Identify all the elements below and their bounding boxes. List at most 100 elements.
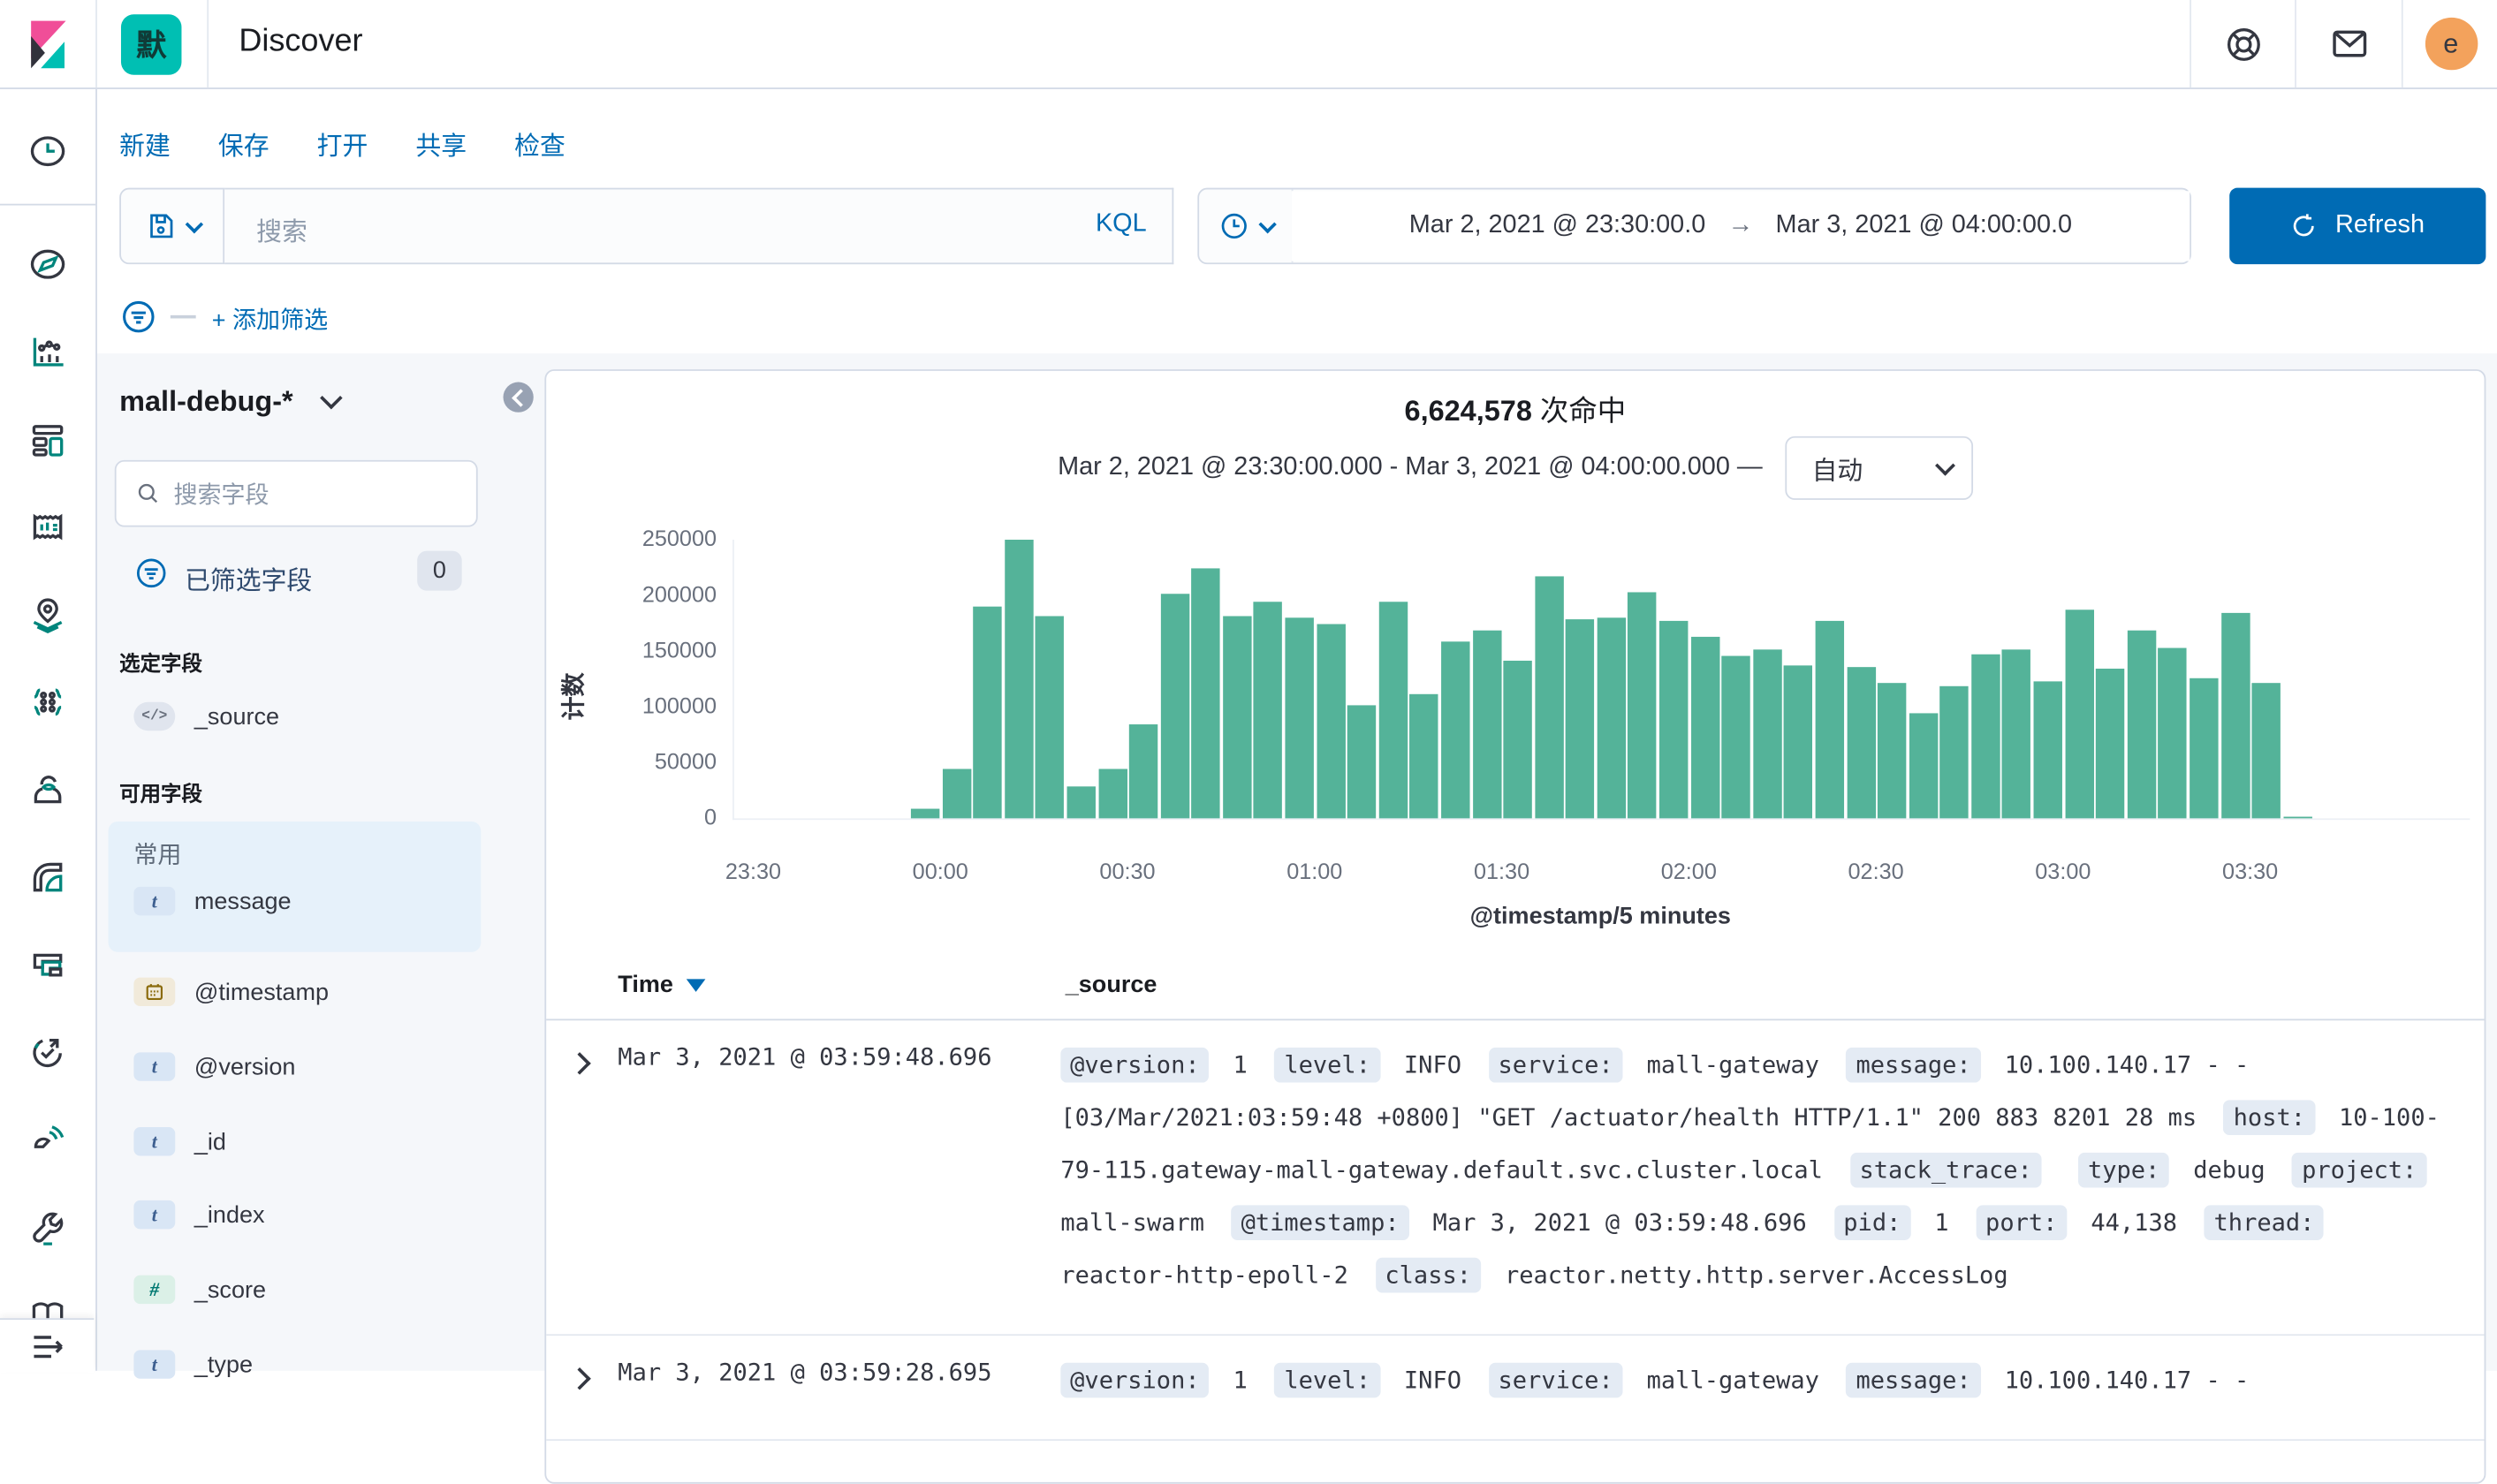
interval-select[interactable]: 自动 — [1784, 435, 1973, 500]
field-item-version[interactable]: t @version — [133, 1052, 295, 1081]
menu-open[interactable]: 打开 — [317, 125, 368, 163]
histogram-bar[interactable] — [1378, 601, 1408, 819]
histogram-bar[interactable] — [1970, 654, 2000, 819]
histogram-bar[interactable] — [1597, 617, 1626, 819]
histogram-bar[interactable] — [1909, 713, 1938, 819]
histogram-bar[interactable] — [910, 809, 940, 819]
field-search-box[interactable]: 搜索字段 — [114, 459, 478, 527]
sort-desc-icon[interactable] — [686, 979, 705, 992]
quick-select-button[interactable] — [1199, 189, 1294, 263]
menu-save[interactable]: 保存 — [218, 125, 269, 163]
menu-inspect[interactable]: 检查 — [514, 125, 565, 163]
histogram-bar[interactable] — [2033, 681, 2063, 819]
user-menu[interactable]: e — [2401, 0, 2497, 88]
histogram-bar[interactable] — [2220, 611, 2250, 819]
search-input[interactable]: 搜索 — [256, 210, 307, 248]
dashboard-icon[interactable] — [27, 419, 69, 460]
histogram-bar[interactable] — [1097, 768, 1127, 819]
histogram-bar[interactable] — [2282, 815, 2312, 819]
saved-query-button[interactable] — [119, 187, 225, 265]
maps-icon[interactable] — [27, 594, 69, 635]
histogram-bar[interactable] — [1939, 685, 1970, 819]
time-range-end[interactable]: Mar 3, 2021 @ 04:00:00.0 — [1776, 212, 2072, 240]
histogram-bar[interactable] — [2064, 610, 2094, 819]
histogram-bar[interactable] — [1316, 623, 1346, 819]
histogram-bar[interactable] — [2002, 649, 2031, 819]
refresh-button[interactable]: Refresh — [2229, 187, 2486, 265]
apm-icon[interactable] — [27, 1119, 69, 1161]
field-item-index[interactable]: t _index — [133, 1200, 265, 1230]
index-pattern-switcher[interactable]: mall-debug-* — [119, 385, 343, 419]
histogram-bar[interactable] — [1846, 666, 1876, 819]
newsfeed-button[interactable] — [2295, 0, 2403, 88]
kibana-logo-icon — [31, 19, 66, 68]
kql-button[interactable]: KQL — [1096, 210, 1147, 238]
field-item-timestamp[interactable]: @timestamp — [133, 977, 329, 1007]
field-item-score[interactable]: # _score — [133, 1275, 266, 1305]
metrics-icon[interactable] — [27, 944, 69, 986]
histogram-bar[interactable] — [1440, 642, 1470, 819]
expand-menu-icon[interactable] — [27, 1326, 69, 1367]
space-badge[interactable]: 默 — [120, 13, 182, 74]
collapse-sidebar-button[interactable] — [503, 382, 534, 413]
avatar[interactable]: e — [2424, 17, 2478, 71]
field-search-input[interactable]: 搜索字段 — [173, 477, 269, 511]
histogram-bar[interactable] — [1222, 617, 1252, 819]
histogram-bar[interactable] — [1534, 576, 1564, 819]
menu-share[interactable]: 共享 — [415, 125, 467, 163]
enterprise-search-icon[interactable] — [27, 769, 69, 811]
histogram-bar[interactable] — [1658, 621, 1689, 819]
search-bar[interactable]: 搜索 KQL — [224, 187, 1174, 265]
histogram-bar[interactable] — [2127, 631, 2156, 819]
filtered-fields-toggle[interactable]: 已筛选字段 — [185, 559, 312, 597]
logs-icon[interactable] — [27, 857, 69, 898]
histogram-bar[interactable] — [1191, 568, 1221, 819]
histogram-bar[interactable] — [1472, 630, 1501, 819]
histogram-bar[interactable] — [1036, 615, 1065, 819]
histogram-bar[interactable] — [942, 768, 971, 819]
histogram-bar[interactable] — [1285, 617, 1315, 819]
add-filter-button[interactable]: + 添加筛选 — [212, 302, 328, 336]
help-button[interactable] — [2190, 0, 2296, 88]
histogram-bar[interactable] — [1752, 649, 1782, 819]
time-range-start[interactable]: Mar 2, 2021 @ 23:30:00.0 — [1409, 212, 1705, 240]
kibana-logo[interactable] — [0, 0, 97, 88]
histogram-bar[interactable] — [1628, 592, 1658, 819]
expand-row-icon[interactable] — [568, 1052, 591, 1075]
field-item-message[interactable]: t message — [133, 886, 292, 916]
histogram-bar[interactable] — [1160, 593, 1189, 819]
histogram-bar[interactable] — [1784, 665, 1813, 819]
field-item-id[interactable]: t _id — [133, 1127, 226, 1156]
histogram-bar[interactable] — [1004, 539, 1034, 819]
dev-tools-icon[interactable] — [27, 1207, 69, 1248]
histogram-bar[interactable] — [1690, 636, 1719, 819]
histogram-bar[interactable] — [1721, 655, 1751, 819]
histogram-bar[interactable] — [1815, 621, 1845, 819]
histogram-bar[interactable] — [1878, 683, 1907, 819]
histogram-bar[interactable] — [1066, 787, 1096, 819]
filter-icon[interactable] — [119, 298, 157, 336]
histogram-bar[interactable] — [2251, 682, 2281, 819]
field-item-type[interactable]: t _type — [133, 1350, 253, 1379]
canvas-icon[interactable] — [27, 506, 69, 548]
histogram-bar[interactable] — [1254, 601, 1283, 819]
row-source: @version: 1 level: INFO service: mall-ga… — [1060, 1040, 2462, 1302]
histogram-bar[interactable] — [2189, 678, 2219, 819]
histogram-bar[interactable] — [1566, 619, 1595, 819]
histogram-bar[interactable] — [1503, 660, 1533, 819]
histogram-bar[interactable] — [2158, 647, 2188, 819]
histogram-bar[interactable] — [2096, 669, 2125, 819]
machine-learning-icon[interactable] — [27, 681, 69, 723]
recently-viewed-icon[interactable] — [27, 131, 69, 172]
histogram-bar[interactable] — [973, 606, 1003, 819]
uptime-icon[interactable] — [27, 1032, 69, 1073]
histogram-bar[interactable] — [1347, 704, 1377, 819]
space-switcher[interactable]: 默 — [95, 0, 209, 88]
histogram-bar[interactable] — [1128, 723, 1158, 819]
field-item-source[interactable]: </> _source — [133, 701, 279, 731]
histogram-bar[interactable] — [1409, 693, 1439, 819]
menu-new[interactable]: 新建 — [119, 125, 171, 163]
visualize-icon[interactable] — [27, 331, 69, 373]
time-column-header[interactable]: Time — [618, 971, 705, 998]
discover-icon[interactable] — [27, 244, 69, 285]
